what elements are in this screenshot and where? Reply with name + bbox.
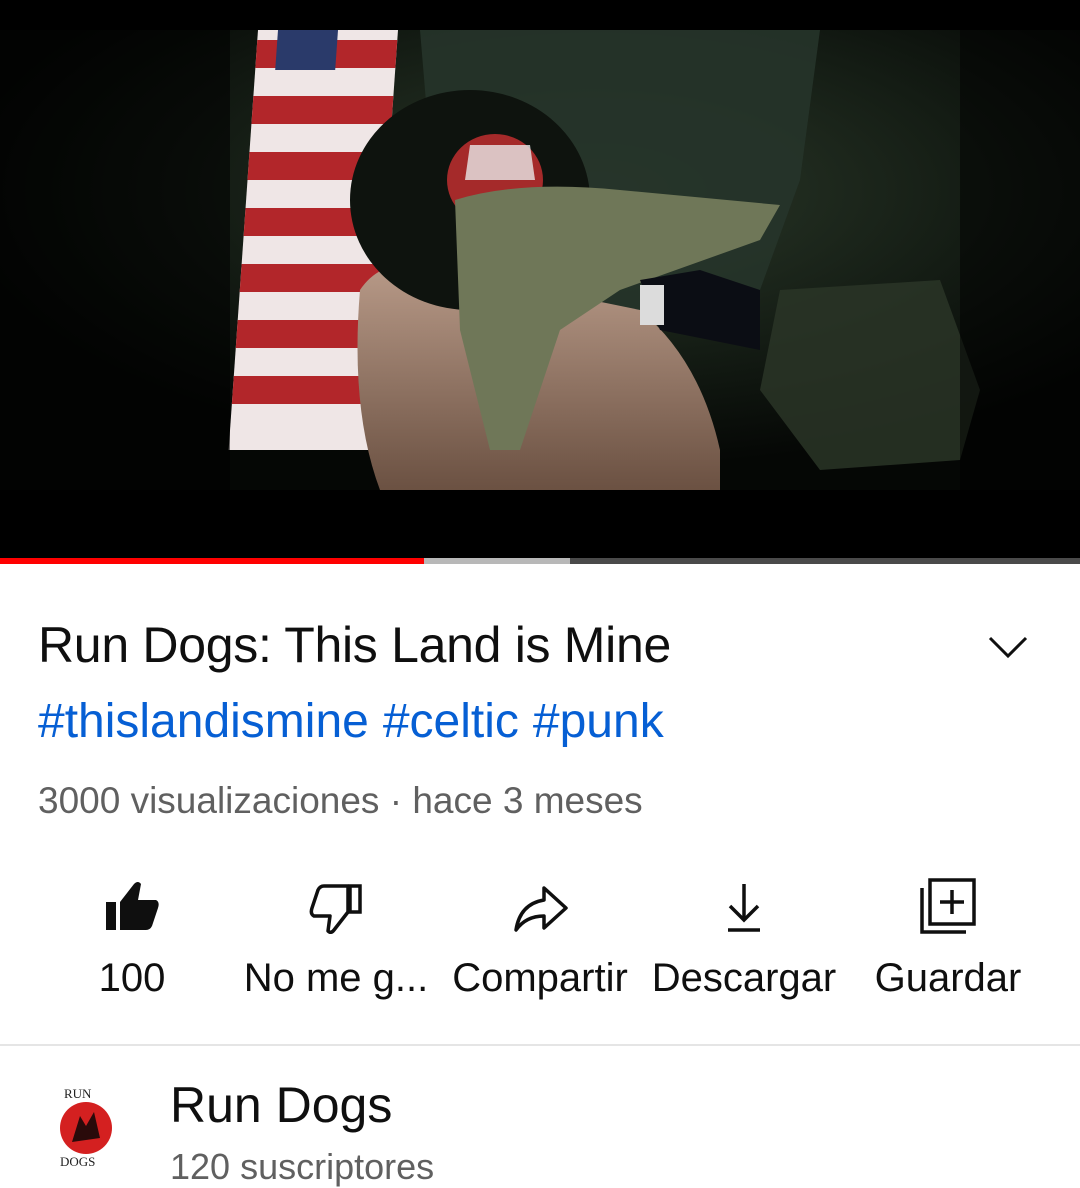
video-meta: 3000 visualizaciones · hace 3 meses xyxy=(38,780,643,822)
download-button[interactable]: Descargar xyxy=(644,870,844,1020)
channel-row[interactable]: RUN DOGS Run Dogs 120 suscriptores xyxy=(0,1046,1080,1187)
chevron-down-icon[interactable] xyxy=(986,632,1030,662)
progress-played xyxy=(0,558,425,564)
save-label: Guardar xyxy=(874,956,1022,1000)
thumbs-up-filled-icon xyxy=(106,882,159,930)
video-player[interactable] xyxy=(0,0,1080,558)
action-bar: 100 No me g... Compartir Descargar Guard… xyxy=(0,870,1080,1020)
view-count: 3000 visualizaciones xyxy=(38,780,380,821)
video-title[interactable]: Run Dogs: This Land is Mine xyxy=(38,616,671,674)
channel-name[interactable]: Run Dogs xyxy=(170,1076,392,1134)
meta-separator: · xyxy=(379,780,413,821)
share-button[interactable]: Compartir xyxy=(440,870,640,1020)
like-button[interactable]: 100 xyxy=(32,870,232,1020)
video-progress-bar[interactable] xyxy=(0,558,1080,564)
hashtag-link[interactable]: #thislandismine xyxy=(38,695,369,748)
hashtag-link[interactable]: #punk xyxy=(533,695,664,748)
video-frame[interactable] xyxy=(0,30,1080,490)
share-arrow-icon xyxy=(514,886,568,932)
logo-text-top: RUN xyxy=(64,1086,92,1101)
add-to-playlist-icon xyxy=(920,878,976,934)
dislike-button[interactable]: No me g... xyxy=(236,870,436,1020)
hashtags: #thislandismine #celtic #punk xyxy=(38,694,678,749)
channel-avatar[interactable]: RUN DOGS xyxy=(50,1082,122,1170)
logo-text-bottom: DOGS xyxy=(60,1154,95,1169)
hashtag-link[interactable]: #celtic xyxy=(383,695,519,748)
save-button[interactable]: Guardar xyxy=(848,870,1048,1020)
upload-age: hace 3 meses xyxy=(412,780,643,821)
subscriber-count: 120 suscriptores xyxy=(170,1146,435,1187)
download-icon xyxy=(728,884,760,932)
thumbs-down-icon xyxy=(309,884,362,935)
